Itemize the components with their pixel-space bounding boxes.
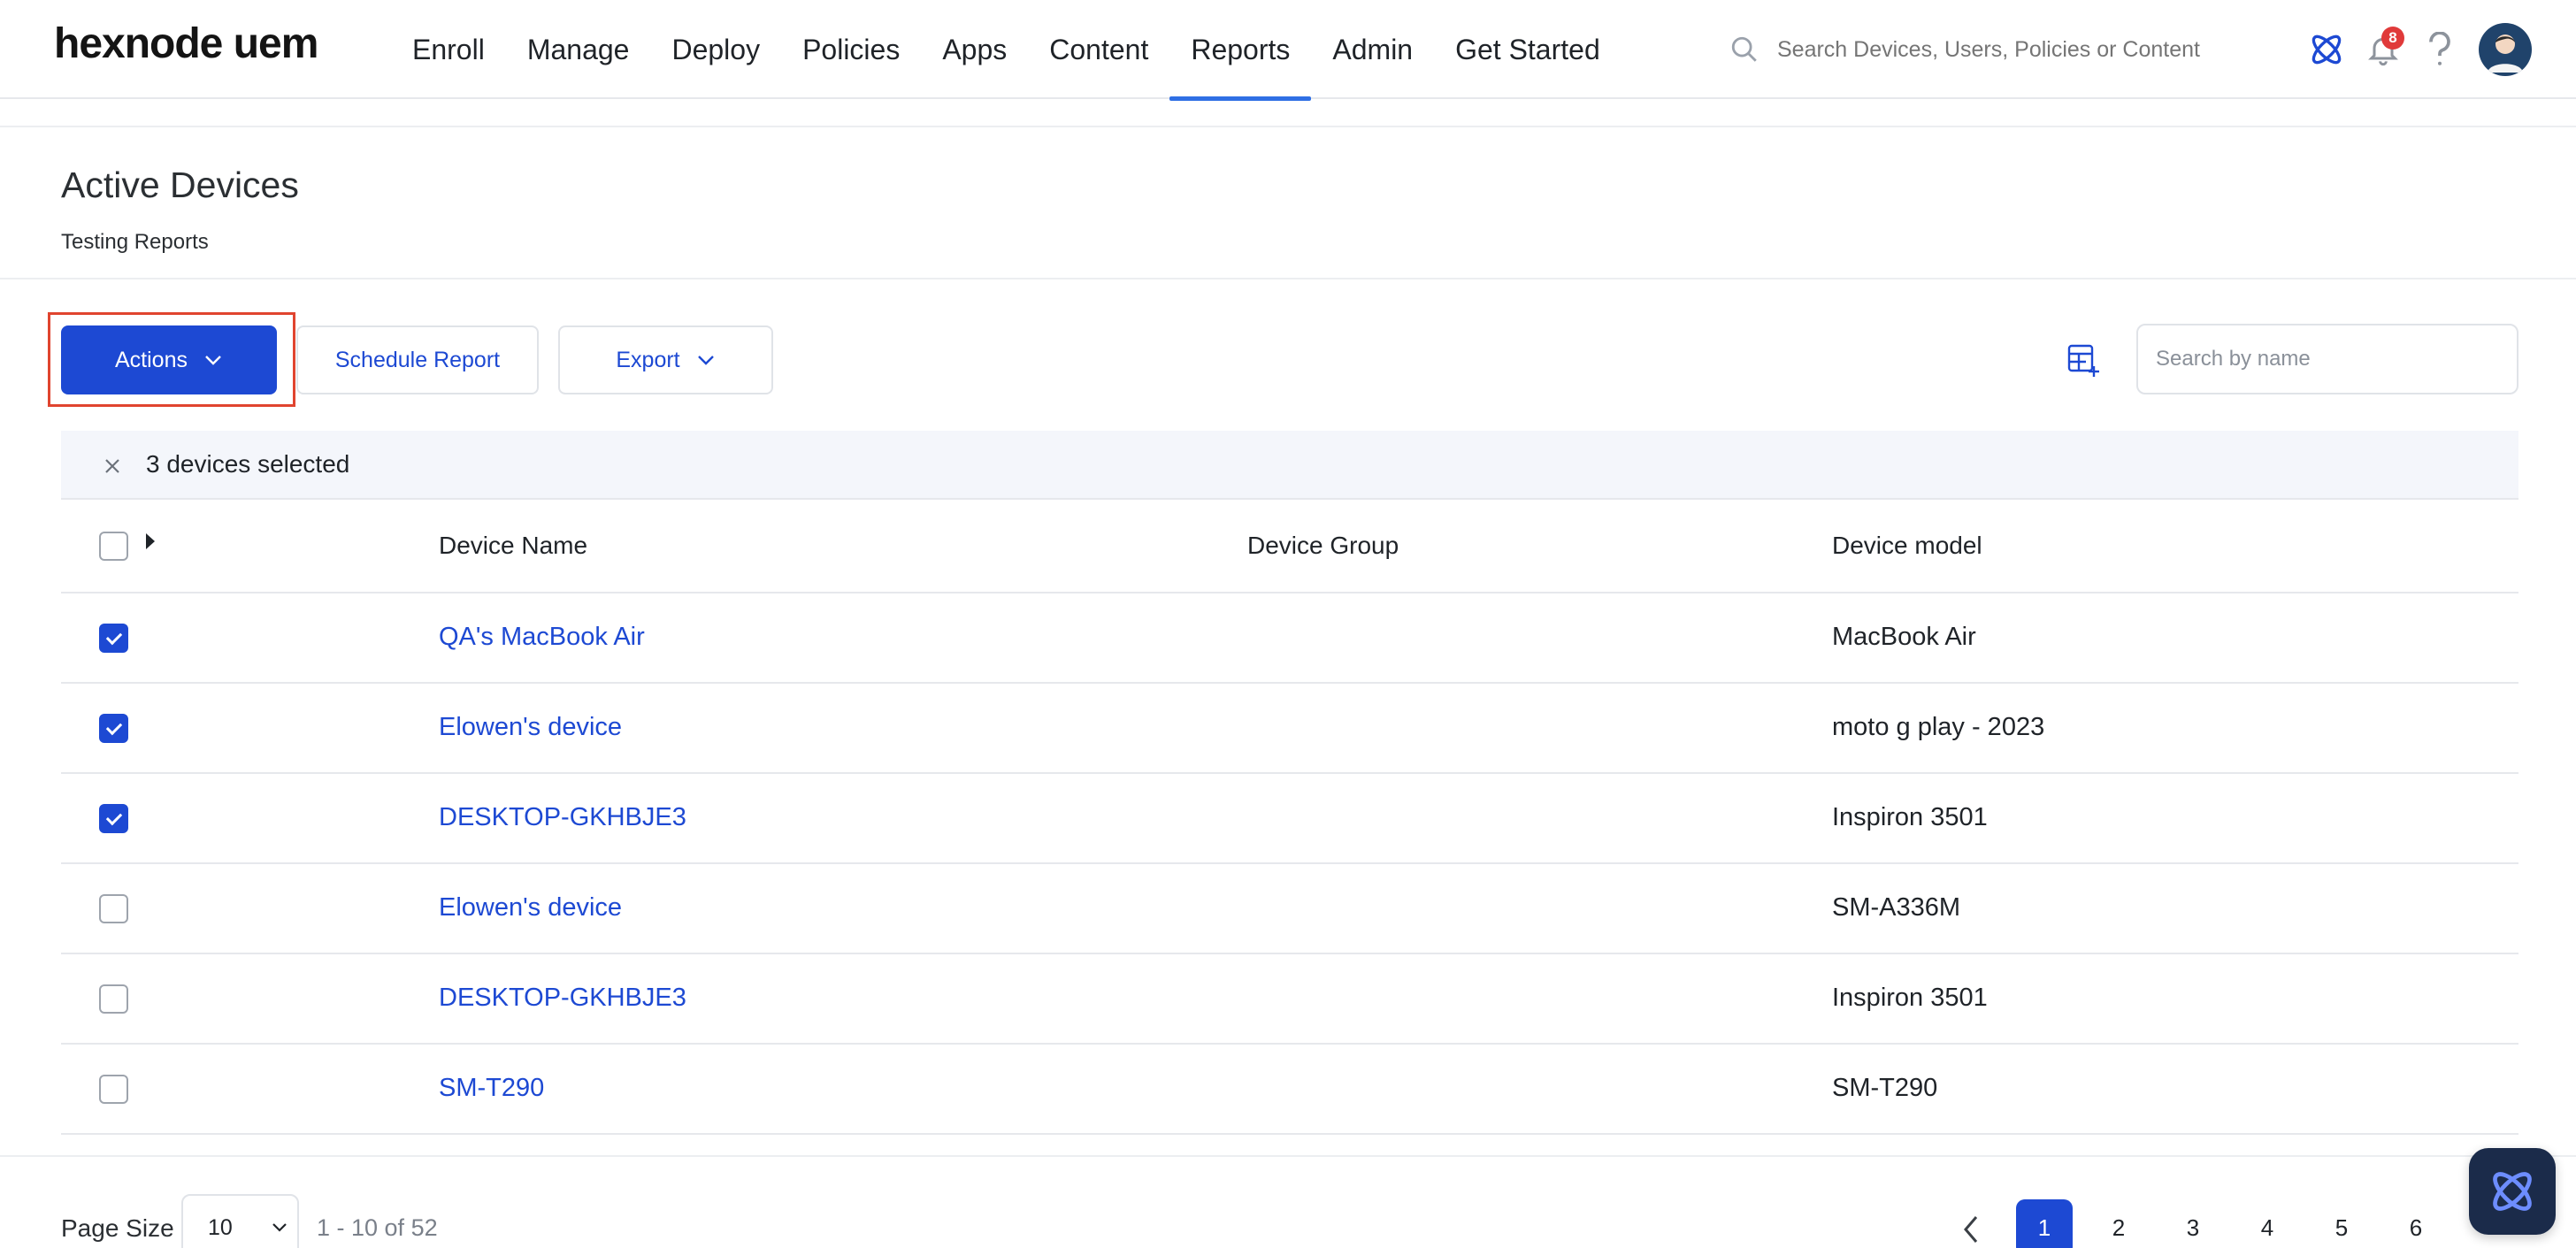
nav-manage[interactable]: Manage <box>506 0 651 99</box>
export-button[interactable]: Export <box>558 325 773 394</box>
page-button[interactable]: 3 <box>2165 1199 2221 1248</box>
nav-content[interactable]: Content <box>1028 0 1169 99</box>
table-row[interactable]: DESKTOP-GKHBJE3 Inspiron 3501 <box>61 954 2518 1045</box>
help-icon[interactable] <box>2411 21 2468 78</box>
header-divider <box>0 278 2576 279</box>
global-search[interactable] <box>1729 28 2278 71</box>
notification-badge: 8 <box>2381 27 2404 50</box>
page-button[interactable]: 4 <box>2239 1199 2296 1248</box>
page-subtitle: Testing Reports <box>61 230 209 254</box>
pagination-range: 1 - 10 of 52 <box>317 1214 438 1241</box>
device-model-cell: Inspiron 3501 <box>1832 803 1988 831</box>
table-row[interactable]: DESKTOP-GKHBJE3 Inspiron 3501 <box>61 774 2518 864</box>
chat-assistant-button[interactable] <box>2469 1148 2556 1235</box>
export-button-label: Export <box>616 347 680 372</box>
device-model-cell: SM-T290 <box>1832 1074 1938 1102</box>
row-checkbox[interactable] <box>99 714 128 743</box>
device-name-link[interactable]: Elowen's device <box>439 893 622 923</box>
device-model-cell: MacBook Air <box>1832 623 1976 651</box>
previous-page-icon[interactable] <box>1959 1212 1985 1247</box>
device-name-link[interactable]: SM-T290 <box>439 1074 544 1103</box>
schedule-report-label: Schedule Report <box>334 347 501 372</box>
page-size-select[interactable]: 10 <box>181 1194 299 1248</box>
device-model-cell: moto g play - 2023 <box>1832 713 2045 741</box>
top-navbar: hexnode uem Enroll Manage Deploy Policie… <box>0 0 2576 101</box>
devices-table: Device Name Device Group Device model QA… <box>61 500 2518 1135</box>
device-model-cell: Inspiron 3501 <box>1832 984 1988 1012</box>
nav-reports[interactable]: Reports <box>1169 0 1312 101</box>
search-icon <box>1731 36 1757 62</box>
table-row[interactable]: QA's MacBook Air MacBook Air <box>61 593 2518 684</box>
device-name-link[interactable]: DESKTOP-GKHBJE3 <box>439 984 686 1013</box>
device-name-link[interactable]: Elowen's device <box>439 713 622 742</box>
table-row[interactable]: SM-T290 SM-T290 <box>61 1045 2518 1135</box>
table-row[interactable]: Elowen's device SM-A336M <box>61 864 2518 954</box>
actions-button-label: Actions <box>115 347 188 372</box>
column-header-device-model[interactable]: Device model <box>1832 532 1982 560</box>
page-button[interactable]: 1 <box>2016 1199 2073 1248</box>
column-header-device-name[interactable]: Device Name <box>439 532 587 560</box>
expand-caret-icon[interactable] <box>146 533 155 549</box>
page-button[interactable]: 2 <box>2090 1199 2147 1248</box>
hexnode-logo[interactable]: hexnode uem <box>54 19 318 68</box>
select-all-checkbox[interactable] <box>99 532 128 561</box>
table-row[interactable]: Elowen's device moto g play - 2023 <box>61 684 2518 774</box>
atom-logo-icon <box>2493 1172 2532 1211</box>
row-checkbox[interactable] <box>99 804 128 833</box>
column-settings-icon[interactable] <box>2066 343 2102 379</box>
search-by-name-input[interactable] <box>2136 324 2518 394</box>
chevron-down-icon <box>205 356 221 365</box>
page-button[interactable]: 6 <box>2388 1199 2444 1248</box>
device-name-link[interactable]: QA's MacBook Air <box>439 623 645 652</box>
row-checkbox[interactable] <box>99 624 128 653</box>
nav-admin[interactable]: Admin <box>1311 0 1434 99</box>
sub-header-bar <box>0 101 2576 127</box>
column-header-device-group[interactable]: Device Group <box>1247 532 1399 560</box>
device-name-link[interactable]: DESKTOP-GKHBJE3 <box>439 803 686 832</box>
chevron-down-icon <box>697 356 714 365</box>
device-model-cell: SM-A336M <box>1832 893 1961 922</box>
main-nav: Enroll Manage Deploy Policies Apps Conte… <box>391 0 1622 101</box>
schedule-report-button[interactable]: Schedule Report <box>296 325 539 394</box>
selection-count-text: 3 devices selected <box>146 450 350 478</box>
top-icons: 8 <box>2298 19 2532 80</box>
nav-get-started[interactable]: Get Started <box>1434 0 1622 99</box>
row-checkbox[interactable] <box>99 1075 128 1104</box>
nav-deploy[interactable]: Deploy <box>650 0 781 99</box>
row-checkbox[interactable] <box>99 984 128 1014</box>
page-button[interactable]: 5 <box>2313 1199 2370 1248</box>
nav-policies[interactable]: Policies <box>781 0 921 99</box>
page-size-value: 10 <box>208 1215 233 1240</box>
table-footer-divider <box>0 1155 2576 1157</box>
atom-logo-icon[interactable] <box>2298 21 2355 78</box>
close-icon[interactable] <box>100 454 125 479</box>
table-body: QA's MacBook Air MacBook Air Elowen's devi… <box>61 593 2518 1135</box>
table-header: Device Name Device Group Device model <box>61 500 2518 593</box>
nav-apps[interactable]: Apps <box>921 0 1028 99</box>
page-size-label: Page Size <box>61 1214 174 1242</box>
avatar[interactable] <box>2479 23 2532 76</box>
global-search-input[interactable] <box>1777 36 2255 63</box>
chevron-down-icon <box>272 1223 287 1232</box>
bell-icon[interactable]: 8 <box>2355 21 2411 78</box>
selection-bar: 3 devices selected <box>61 431 2518 500</box>
actions-button[interactable]: Actions <box>61 325 277 394</box>
page-title: Active Devices <box>61 165 299 205</box>
nav-enroll[interactable]: Enroll <box>391 0 506 99</box>
row-checkbox[interactable] <box>99 894 128 923</box>
